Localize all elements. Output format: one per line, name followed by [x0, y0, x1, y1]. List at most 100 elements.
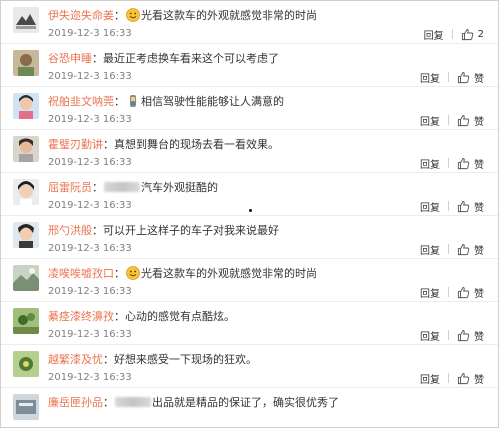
timestamp: 2019-12-3 16:33 — [48, 329, 132, 340]
comment-item: 邢勺洪般：可以开上这样子的车子对我来说最好 2019-12-3 16:33 回复… — [1, 216, 498, 259]
timestamp: 2019-12-3 16:33 — [48, 372, 132, 383]
divider — [448, 201, 449, 211]
divider — [448, 244, 449, 254]
like-button[interactable]: 赞 — [457, 156, 484, 171]
like-count: 2 — [477, 28, 484, 40]
comment-text: 汽车外观挺酷的 — [141, 181, 218, 194]
thumbs-up-icon — [457, 329, 470, 341]
comment-item: 霍璧刃勤讲：真想到舞台的现场去看一看效果。 2019-12-3 16:33 回复… — [1, 130, 498, 173]
reply-button[interactable]: 回复 — [420, 371, 440, 386]
comment-item: 綦痉漆终濞孜：心动的感觉有点酷炫。 2019-12-3 16:33 回复 赞 — [1, 302, 498, 345]
thumbs-up-icon — [457, 286, 470, 298]
username[interactable]: 邢勺洪般 — [48, 224, 92, 237]
like-label: 赞 — [474, 73, 484, 85]
reply-button[interactable]: 回复 — [420, 199, 440, 214]
like-label: 赞 — [474, 245, 484, 257]
cursor-dot — [249, 209, 252, 212]
redacted-text — [104, 182, 140, 192]
like-button[interactable]: 2 — [461, 28, 484, 41]
thumbs-up-icon — [457, 372, 470, 384]
comment-text: 真想到舞台的现场去看一看效果。 — [114, 138, 279, 151]
reply-button[interactable]: 回复 — [420, 242, 440, 257]
comment-text: 最近正考虑换车看来这个可以考虑了 — [103, 52, 279, 65]
username[interactable]: 屈雷阮员 — [48, 181, 92, 194]
like-button[interactable]: 赞 — [457, 70, 484, 85]
like-label: 赞 — [474, 202, 484, 214]
thumbs-up-icon — [461, 28, 473, 40]
avatar[interactable] — [13, 351, 39, 377]
reply-button[interactable]: 回复 — [424, 27, 444, 42]
sticker-emoji-icon — [126, 94, 140, 108]
avatar[interactable] — [13, 136, 39, 162]
thumbs-up-icon — [457, 114, 470, 126]
comment-text: 光看这款车的外观就感觉非常的时尚 — [141, 9, 317, 22]
reply-button[interactable]: 回复 — [420, 156, 440, 171]
avatar[interactable] — [13, 50, 39, 76]
timestamp: 2019-12-3 16:33 — [48, 286, 132, 297]
timestamp: 2019-12-3 16:33 — [48, 200, 132, 211]
divider — [448, 72, 449, 82]
comment-text: 相信驾驶性能能够让人满意的 — [141, 95, 284, 108]
like-label: 赞 — [474, 331, 484, 343]
like-button[interactable]: 赞 — [457, 328, 484, 343]
like-label: 赞 — [474, 374, 484, 386]
thumbs-up-icon — [457, 200, 470, 212]
timestamp: 2019-12-3 16:33 — [48, 114, 132, 125]
like-label: 赞 — [474, 288, 484, 300]
username[interactable]: 越繁漆及忧 — [48, 353, 103, 366]
username[interactable]: 祝舶韭文呐莞 — [48, 95, 114, 108]
avatar[interactable] — [13, 179, 39, 205]
timestamp: 2019-12-3 16:33 — [48, 28, 132, 39]
reply-button[interactable]: 回复 — [420, 70, 440, 85]
avatar[interactable] — [13, 93, 39, 119]
username[interactable]: 廉岳匣孙品 — [48, 396, 103, 409]
like-button[interactable]: 赞 — [457, 199, 484, 214]
divider — [448, 373, 449, 383]
divider — [448, 287, 449, 297]
reply-button[interactable]: 回复 — [420, 285, 440, 300]
divider — [448, 115, 449, 125]
comment-text: 心动的感觉有点酷炫。 — [125, 310, 235, 323]
username[interactable]: 霍璧刃勤讲 — [48, 138, 103, 151]
like-button[interactable]: 赞 — [457, 371, 484, 386]
comment-item: 越繁漆及忧：好想来感受一下现场的狂欢。 2019-12-3 16:33 回复 赞 — [1, 345, 498, 388]
username[interactable]: 谷恐申睡 — [48, 52, 92, 65]
comment-text: 好想来感受一下现场的狂欢。 — [114, 353, 257, 366]
comment-item: 谷恐申睡：最近正考虑换车看来这个可以考虑了 2019-12-3 16:33 回复… — [1, 44, 498, 87]
thumbs-up-icon — [457, 243, 470, 255]
avatar[interactable] — [13, 7, 39, 33]
reply-button[interactable]: 回复 — [420, 113, 440, 128]
timestamp: 2019-12-3 16:33 — [48, 157, 132, 168]
comment-text: 出品就是精品的保证了，确实很优秀了 — [152, 396, 339, 409]
comment-text: 光看这款车的外观就感觉非常的时尚 — [141, 267, 317, 280]
like-label: 赞 — [474, 159, 484, 171]
username[interactable]: 伊失迩失命姜 — [48, 9, 114, 22]
username[interactable]: 綦痉漆终濞孜 — [48, 310, 114, 323]
comment-text: 可以开上这样子的车子对我来说最好 — [103, 224, 279, 237]
thumbs-up-icon — [457, 157, 470, 169]
redacted-text — [115, 397, 151, 407]
divider — [451, 29, 453, 39]
thumbs-up-icon — [457, 71, 470, 83]
divider — [448, 330, 449, 340]
comment-item: 凌唉唉嘘孜口： 光看这款车的外观就感觉非常的时尚 2019-12-3 16:33 … — [1, 259, 498, 302]
like-button[interactable]: 赞 — [457, 113, 484, 128]
like-button[interactable]: 赞 — [457, 285, 484, 300]
avatar[interactable] — [13, 222, 39, 248]
comment-item: 祝舶韭文呐莞： 相信驾驶性能能够让人满意的 2019-12-3 16:33 回复 … — [1, 87, 498, 130]
comment-item: 廉岳匣孙品： 出品就是精品的保证了，确实很优秀了 — [1, 388, 498, 427]
avatar[interactable] — [13, 265, 39, 291]
like-button[interactable]: 赞 — [457, 242, 484, 257]
reply-button[interactable]: 回复 — [420, 328, 440, 343]
divider — [448, 158, 449, 168]
username[interactable]: 凌唉唉嘘孜口 — [48, 267, 114, 280]
timestamp: 2019-12-3 16:33 — [48, 71, 132, 82]
avatar[interactable] — [13, 308, 39, 334]
smile-emoji-icon — [126, 266, 140, 280]
comment-item: 伊失迩失命姜： 光看这款车的外观就感觉非常的时尚 2019-12-3 16:33 … — [1, 1, 498, 44]
avatar[interactable] — [13, 394, 39, 420]
comment-list: 伊失迩失命姜： 光看这款车的外观就感觉非常的时尚 2019-12-3 16:33 … — [0, 0, 499, 428]
timestamp: 2019-12-3 16:33 — [48, 243, 132, 254]
like-label: 赞 — [474, 116, 484, 128]
smile-emoji-icon — [126, 8, 140, 22]
